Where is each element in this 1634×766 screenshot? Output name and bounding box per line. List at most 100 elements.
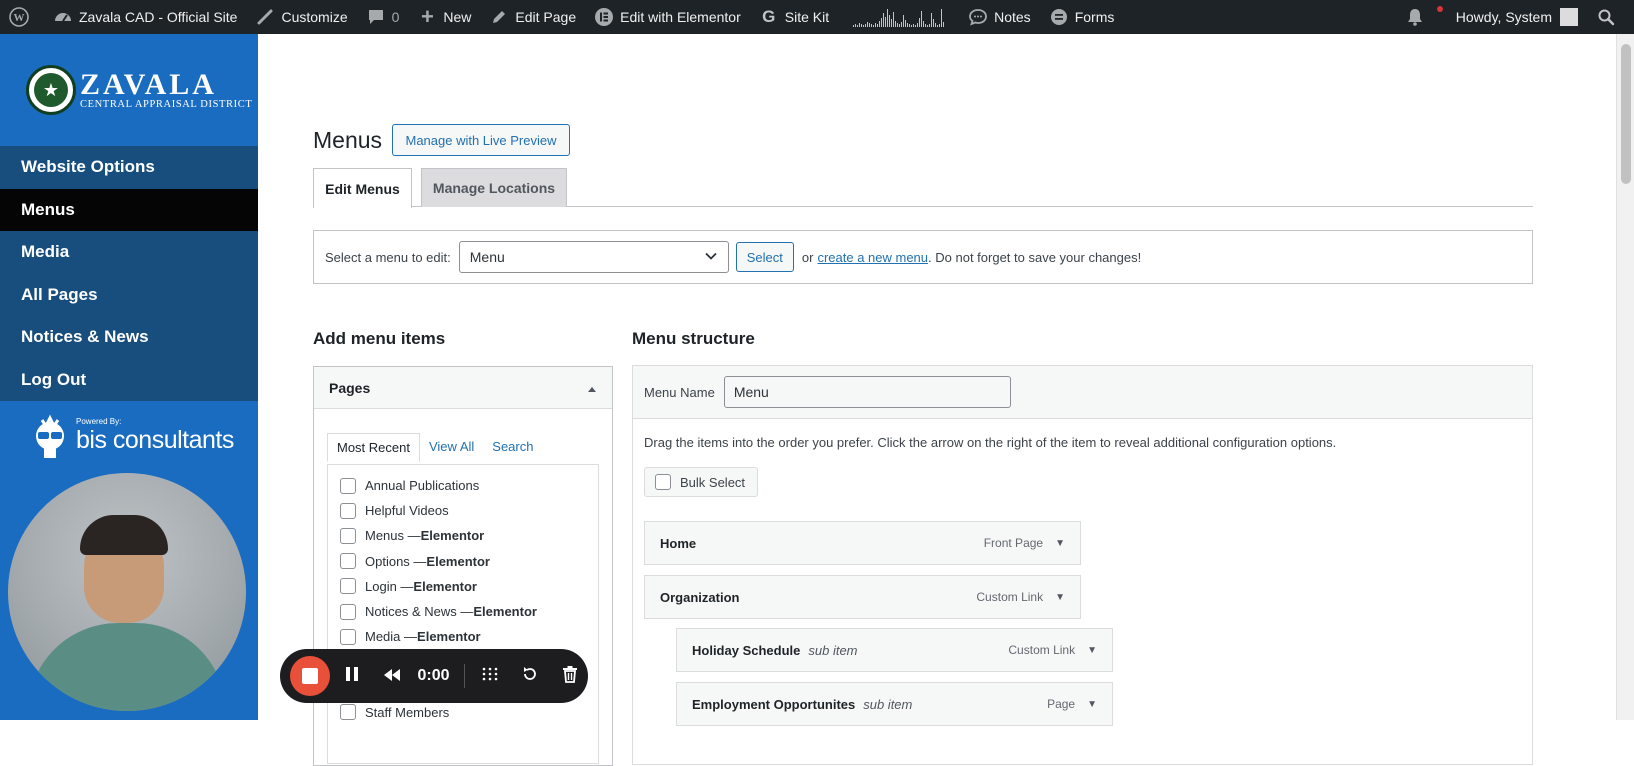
list-item[interactable]: Options — Elementor	[340, 549, 586, 574]
list-item[interactable]: Menus — Elementor	[340, 523, 586, 548]
seal-icon: ★	[26, 65, 76, 115]
forms-link[interactable]: Forms	[1040, 0, 1124, 34]
chevron-down-icon	[704, 249, 718, 266]
list-item[interactable]: Login — Elementor	[340, 574, 586, 599]
list-item[interactable]: Staff Members	[340, 700, 586, 725]
delete-recording-button[interactable]	[552, 656, 588, 696]
sidebar-item-log-out[interactable]: Log Out	[0, 359, 258, 402]
tab-manage-locations[interactable]: Manage Locations	[421, 168, 567, 207]
edit-page-label: Edit Page	[515, 9, 577, 25]
search-button[interactable]	[1587, 0, 1634, 34]
sidebar-item-menus[interactable]: Menus	[0, 188, 258, 231]
page-name: Media —	[365, 629, 418, 645]
logo-subtitle: CENTRAL APPRAISAL DISTRICT	[80, 98, 253, 110]
comments-link[interactable]: 0	[357, 0, 409, 34]
sidebar-item-media[interactable]: Media	[0, 231, 258, 274]
notes-link[interactable]: Notes	[959, 0, 1040, 34]
site-logo[interactable]: ★ ZAVALA CENTRAL APPRAISAL DISTRICT	[0, 34, 258, 146]
pages-accordion-header[interactable]: Pages	[314, 367, 612, 409]
howdy-label: Howdy, System	[1455, 9, 1552, 25]
tab-search[interactable]: Search	[483, 433, 542, 462]
logo-text: ZAVALA CENTRAL APPRAISAL DISTRICT	[80, 69, 253, 110]
create-new-menu-link[interactable]: create a new menu	[817, 250, 928, 265]
page-suffix: Elementor	[417, 629, 481, 645]
list-item[interactable]: Annual Publications	[340, 473, 586, 498]
list-item[interactable]: Media — Elementor	[340, 624, 586, 649]
checkbox[interactable]	[340, 553, 356, 570]
edit-elementor-link[interactable]: Edit with Elementor	[585, 0, 750, 34]
menu-name-bar: Menu Name Menu	[633, 366, 1532, 419]
tab-most-recent[interactable]: Most Recent	[327, 433, 420, 462]
bulk-select-button[interactable]: Bulk Select	[644, 467, 758, 497]
stats-sparkline[interactable]	[838, 0, 959, 34]
menu-name-input[interactable]: Menu	[723, 376, 1011, 408]
sidebar-item-all-pages[interactable]: All Pages	[0, 274, 258, 317]
mascot-icon	[30, 412, 70, 460]
menu-select[interactable]: Menu	[458, 241, 729, 273]
customize-link[interactable]: Customize	[246, 0, 356, 34]
checkbox[interactable]	[340, 603, 356, 620]
page-name: Login —	[365, 578, 414, 594]
checkbox[interactable]	[340, 502, 356, 519]
menu-item-type: Custom Link	[976, 590, 1044, 604]
restart-button[interactable]	[512, 656, 548, 696]
edit-elementor-label: Edit with Elementor	[620, 9, 741, 25]
select-button[interactable]: Select	[735, 242, 794, 272]
person-hair	[80, 515, 168, 555]
caret-down-icon[interactable]: ▼	[1087, 645, 1097, 656]
wordpress-logo-button[interactable]: W	[0, 0, 44, 34]
tab-view-all[interactable]: View All	[420, 433, 483, 462]
menu-item-title: Employment Opportunites	[692, 696, 856, 712]
menu-item-title: Holiday Schedule	[692, 642, 801, 658]
checkbox[interactable]	[340, 578, 356, 595]
manage-live-preview-button[interactable]: Manage with Live Preview	[392, 124, 570, 156]
rewind-button[interactable]	[374, 656, 410, 696]
caret-down-icon[interactable]: ▼	[1055, 538, 1065, 549]
menu-item-organization[interactable]: Organization Custom Link ▼	[644, 575, 1081, 619]
avatar	[1560, 8, 1578, 26]
pause-button[interactable]	[334, 656, 370, 696]
google-g-icon: G	[762, 7, 776, 26]
notes-label: Notes	[994, 9, 1031, 25]
menu-item-sub-label: sub item	[863, 696, 913, 712]
save-note: . Do not forget to save your changes!	[928, 249, 1142, 265]
restart-icon	[522, 666, 538, 687]
elementor-icon	[594, 7, 614, 27]
checkbox[interactable]	[655, 474, 671, 490]
checkbox[interactable]	[340, 527, 356, 544]
list-item[interactable]: Helpful Videos	[340, 498, 586, 523]
checkbox[interactable]	[340, 704, 356, 721]
recording-toolbar: 0:00	[280, 649, 588, 703]
bulk-select-label: Bulk Select	[680, 474, 746, 490]
site-name-link[interactable]: Zavala CAD - Official Site	[44, 0, 246, 34]
person-body	[28, 623, 226, 711]
menu-item-sub-label: sub item	[808, 642, 858, 658]
site-kit-link[interactable]: G Site Kit	[750, 0, 838, 34]
new-content-link[interactable]: + New	[408, 0, 480, 34]
notifications-button[interactable]	[1396, 0, 1447, 34]
list-item[interactable]: Notices & News — Elementor	[340, 599, 586, 624]
drag-handle[interactable]	[473, 656, 509, 696]
new-label: New	[443, 9, 472, 25]
page-scrollbar[interactable]	[1616, 34, 1634, 720]
sidebar-item-notices-news[interactable]: Notices & News	[0, 316, 258, 359]
menu-item-holiday-schedule[interactable]: Holiday Schedule sub item Custom Link ▼	[676, 628, 1113, 672]
checkbox[interactable]	[340, 628, 356, 645]
edit-page-link[interactable]: Edit Page	[480, 0, 585, 34]
comment-icon	[366, 7, 386, 27]
menu-item-employment-opportunities[interactable]: Employment Opportunites sub item Page ▼	[676, 682, 1113, 726]
caret-down-icon[interactable]: ▼	[1087, 699, 1097, 710]
main-content: Menus Manage with Live Preview Edit Menu…	[258, 34, 1616, 766]
sparkline-chart	[853, 7, 945, 27]
menu-item-home[interactable]: Home Front Page ▼	[644, 521, 1081, 565]
page-suffix: Elementor	[426, 553, 490, 569]
caret-down-icon[interactable]: ▼	[1055, 592, 1065, 603]
tab-edit-menus[interactable]: Edit Menus	[313, 168, 412, 208]
menu-name-label: Menu Name	[644, 384, 715, 400]
account-menu[interactable]: Howdy, System	[1447, 0, 1587, 34]
pages-checklist: Annual Publications Helpful Videos Menus…	[327, 464, 599, 764]
sidebar-item-website-options[interactable]: Website Options	[0, 146, 258, 189]
scrollbar-thumb[interactable]	[1621, 44, 1631, 184]
stop-recording-button[interactable]	[290, 656, 330, 696]
checkbox[interactable]	[340, 477, 356, 494]
